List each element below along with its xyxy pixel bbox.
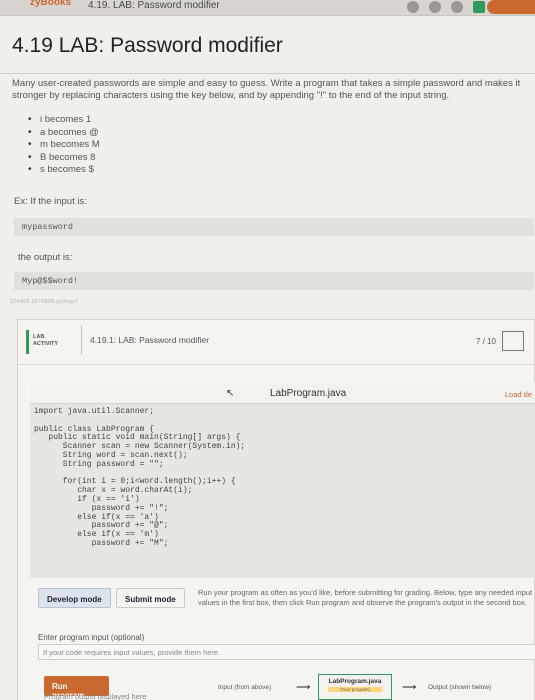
brand-logo[interactable]: zyBooks <box>30 0 71 8</box>
divider <box>0 73 535 74</box>
score-box <box>502 331 524 351</box>
run-help-text: Run your program as often as you'd like,… <box>198 588 533 607</box>
content-sheet: 4.19 LAB: Password modifier Many user-cr… <box>0 16 535 700</box>
cursor-icon: ↖ <box>226 388 235 399</box>
arrow-right-icon: ⟶ <box>402 682 417 693</box>
download-icon[interactable] <box>473 1 485 13</box>
nav-icon[interactable] <box>429 1 441 13</box>
page-title: 4.19 LAB: Password modifier <box>12 34 283 57</box>
list-item: m becomes M <box>28 139 100 152</box>
example-input: mypassword <box>14 218 534 236</box>
lab-activity-card: LAB ACTIVITY 4.19.1: LAB: Password modif… <box>17 319 535 700</box>
example-output: Myp@$$word! <box>14 272 534 290</box>
breadcrumb[interactable]: 4.19. LAB: Password modifier <box>88 0 220 11</box>
program-name: LabProgram.java <box>328 678 382 685</box>
program-box: LabProgram.java (Your program) <box>318 674 392 700</box>
list-item: i becomes 1 <box>28 114 100 127</box>
program-input-field[interactable]: If your code requires input values, prov… <box>38 644 535 660</box>
program-output-display: Program output displayed here <box>44 692 147 700</box>
account-logo[interactable] <box>487 0 535 14</box>
activity-tag: 374966.2576898.qx3zqy7 <box>10 299 79 305</box>
top-bar: zyBooks 4.19. LAB: Password modifier <box>0 0 535 16</box>
divider <box>81 325 82 355</box>
score: 7 / 10 <box>475 337 496 346</box>
load-default-link[interactable]: Load de <box>505 390 532 399</box>
badge-line: LAB <box>33 334 45 340</box>
submit-mode-button[interactable]: Submit mode <box>116 588 185 608</box>
code-editor[interactable]: ↖ LabProgram.java Load de import java.ut… <box>30 382 535 578</box>
nav-icon[interactable] <box>407 1 419 13</box>
example-label: Ex: If the input is: <box>14 196 87 207</box>
activity-title: 4.19.1: LAB: Password modifier <box>90 335 210 345</box>
filename: LabProgram.java <box>270 388 347 399</box>
develop-mode-button[interactable]: Develop mode <box>38 588 111 608</box>
list-item: B becomes 8 <box>28 152 100 165</box>
list-item: s becomes $ <box>28 164 100 177</box>
flow-output-label: Output (shown below) <box>428 684 492 691</box>
badge-line: ACTIVITY <box>33 341 59 347</box>
toolbar-icons <box>407 1 485 13</box>
input-label: Enter program input (optional) <box>38 633 145 642</box>
code-content[interactable]: import java.util.Scanner; public class L… <box>34 407 245 549</box>
intro-text: Many user-created passwords are simple a… <box>12 78 521 101</box>
lab-badge: LAB ACTIVITY <box>26 330 76 354</box>
program-subtitle: (Your program) <box>328 687 382 692</box>
editor-header: ↖ LabProgram.java Load de <box>30 382 535 404</box>
nav-icon[interactable] <box>451 1 463 13</box>
output-label: the output is: <box>18 252 73 263</box>
arrow-right-icon: ⟶ <box>296 682 311 693</box>
flow-input-label: Input (from above) <box>218 684 272 691</box>
list-item: a becomes @ <box>28 127 100 140</box>
rules-list: i becomes 1 a becomes @ m becomes M B be… <box>28 114 100 177</box>
card-header: LAB ACTIVITY 4.19.1: LAB: Password modif… <box>18 320 535 365</box>
